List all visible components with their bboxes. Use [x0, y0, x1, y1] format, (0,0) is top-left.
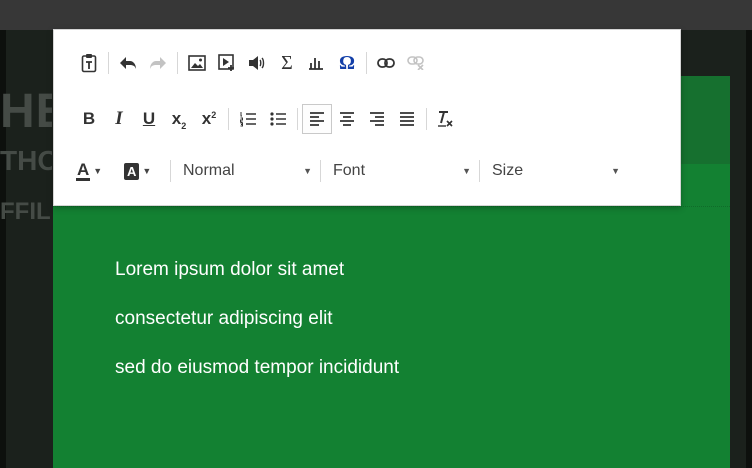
- size-dropdown-value: Size: [492, 162, 524, 179]
- top-strip: [0, 0, 752, 30]
- separator: [228, 108, 229, 130]
- editor-text[interactable]: Lorem ipsum dolor sit amet consectetur a…: [115, 258, 399, 405]
- caret-down-icon: ▼: [142, 166, 152, 176]
- separator: [479, 160, 480, 182]
- background-color-button[interactable]: A ▼: [122, 156, 166, 186]
- audio-button[interactable]: [242, 48, 272, 78]
- toolbar-row-format: B I U x2 x2: [74, 103, 461, 135]
- undo-icon: [119, 56, 137, 70]
- bulleted-list-icon: [270, 111, 286, 127]
- separator: [170, 160, 171, 182]
- separator: [177, 52, 178, 74]
- separator: [320, 160, 321, 182]
- special-character-button[interactable]: Ω: [332, 48, 362, 78]
- background-caption: FFIL: [0, 198, 51, 225]
- image-icon: [188, 55, 206, 71]
- align-left-icon: [309, 112, 325, 126]
- caret-down-icon: ▼: [93, 166, 103, 176]
- subscript-button[interactable]: x2: [164, 104, 194, 134]
- separator: [108, 52, 109, 74]
- subscript-letter: x: [171, 109, 182, 128]
- separator: [366, 52, 367, 74]
- link-button[interactable]: [371, 48, 401, 78]
- clipboard-icon: [81, 53, 97, 73]
- align-right-icon: [369, 112, 385, 126]
- editor-toolbar: Σ Ω B I U x2 x2 A ▼ A ▼ Normal ▼ Font ▼ …: [53, 29, 681, 206]
- redo-button[interactable]: [143, 48, 173, 78]
- bulleted-list-button[interactable]: [263, 104, 293, 134]
- superscript-button[interactable]: x2: [194, 104, 224, 134]
- link-icon: [377, 57, 395, 69]
- media-icon: [218, 54, 236, 72]
- bold-icon: B: [82, 109, 96, 128]
- remove-format-button[interactable]: [431, 104, 461, 134]
- format-dropdown[interactable]: Normal ▼: [175, 156, 316, 186]
- font-dropdown-value: Font: [333, 162, 366, 179]
- chevron-down-icon: ▼: [611, 166, 620, 176]
- separator: [297, 108, 298, 130]
- underline-icon: U: [142, 109, 156, 128]
- content-line: sed do eiusmod tempor incididunt: [115, 357, 400, 378]
- underline-button[interactable]: U: [134, 104, 164, 134]
- separator: [426, 108, 427, 130]
- superscript-icon: x2: [202, 109, 216, 129]
- format-dropdown-value: Normal: [183, 162, 235, 179]
- speaker-icon: [248, 55, 266, 71]
- bold-button[interactable]: B: [74, 104, 104, 134]
- background-subheading: THO: [0, 145, 52, 176]
- align-center-button[interactable]: [332, 104, 362, 134]
- chevron-down-icon: ▼: [462, 166, 471, 176]
- text-color-icon: A: [76, 159, 91, 181]
- chevron-down-icon: ▼: [303, 166, 312, 176]
- superscript-mark: 2: [211, 110, 217, 120]
- italic-button[interactable]: I: [104, 104, 134, 134]
- align-right-button[interactable]: [362, 104, 392, 134]
- align-center-icon: [339, 112, 355, 126]
- math-button[interactable]: Σ: [272, 48, 302, 78]
- size-dropdown[interactable]: Size ▼: [484, 156, 624, 186]
- bar-chart-icon: [309, 55, 325, 71]
- redo-icon: [149, 56, 167, 70]
- content-divider: [53, 206, 730, 208]
- sigma-icon: Σ: [281, 51, 293, 74]
- subscript-mark: 2: [181, 121, 187, 131]
- toolbar-row-insert: Σ Ω: [74, 47, 431, 79]
- toolbar-row-style: A ▼ A ▼ Normal ▼ Font ▼ Size ▼: [74, 155, 624, 187]
- clear-formatting-icon: [437, 110, 455, 128]
- omega-icon: Ω: [338, 51, 355, 74]
- align-left-button[interactable]: [302, 104, 332, 134]
- unlink-button[interactable]: [401, 48, 431, 78]
- embed-media-button[interactable]: [212, 48, 242, 78]
- justify-button[interactable]: [392, 104, 422, 134]
- content-line: Lorem ipsum dolor sit amet: [115, 259, 345, 280]
- background-heading: HE: [0, 85, 52, 138]
- superscript-letter: x: [201, 109, 212, 128]
- unlink-icon: [407, 56, 425, 70]
- font-dropdown[interactable]: Font ▼: [325, 156, 475, 186]
- numbered-list-icon: [240, 111, 256, 127]
- numbered-list-button[interactable]: [233, 104, 263, 134]
- undo-button[interactable]: [113, 48, 143, 78]
- subscript-icon: x2: [171, 109, 187, 131]
- text-color-button[interactable]: A ▼: [74, 156, 122, 186]
- italic-icon: I: [115, 108, 123, 129]
- right-edge: [746, 30, 752, 468]
- align-justify-icon: [399, 112, 415, 126]
- background-color-icon: A: [124, 162, 140, 180]
- chart-button[interactable]: [302, 48, 332, 78]
- paste-text-button[interactable]: [74, 48, 104, 78]
- content-line: consectetur adipiscing elit: [115, 308, 333, 329]
- image-button[interactable]: [182, 48, 212, 78]
